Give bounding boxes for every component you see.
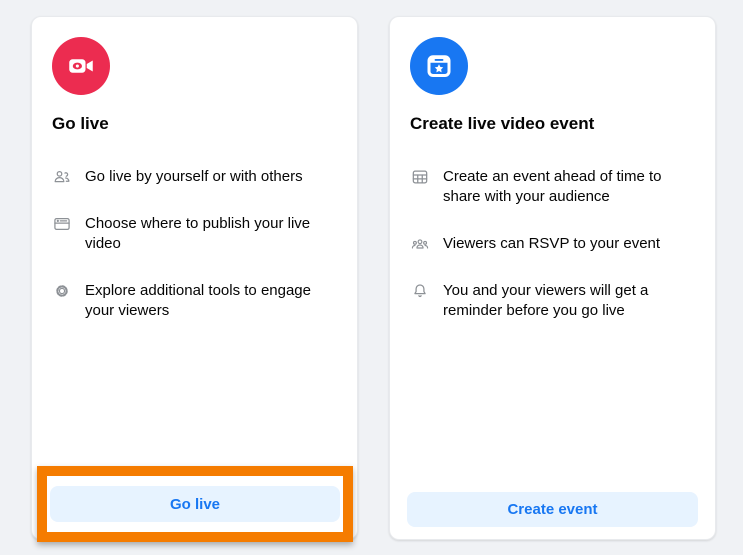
bell-icon <box>410 281 430 301</box>
card-title: Go live <box>52 113 337 134</box>
create-event-card: Create live video event Create an event … <box>389 16 716 540</box>
feature-item: Viewers can RSVP to your event <box>410 234 695 254</box>
feature-list: Create an event ahead of time to share w… <box>410 167 695 321</box>
publish-window-icon <box>52 214 72 234</box>
calendar-grid-icon <box>410 167 430 187</box>
feature-item: Go live by yourself or with others <box>52 167 337 187</box>
feature-text: You and your viewers will get a reminder… <box>443 281 695 321</box>
live-video-camera-icon <box>52 37 110 95</box>
feature-text: Explore additional tools to engage your … <box>85 281 337 321</box>
gear-icon <box>52 281 72 301</box>
feature-item: Choose where to publish your live video <box>52 214 337 254</box>
feature-item: You and your viewers will get a reminder… <box>410 281 695 321</box>
feature-text: Choose where to publish your live video <box>85 214 337 254</box>
feature-list: Go live by yourself or with others Choos… <box>52 167 337 321</box>
feature-text: Create an event ahead of time to share w… <box>443 167 695 207</box>
calendar-star-icon <box>410 37 468 95</box>
feature-item: Create an event ahead of time to share w… <box>410 167 695 207</box>
highlight-annotation: Go live <box>37 466 353 542</box>
feature-item: Explore additional tools to engage your … <box>52 281 337 321</box>
card-title: Create live video event <box>410 113 695 134</box>
two-people-icon <box>52 167 72 187</box>
group-people-icon <box>410 234 430 254</box>
go-live-button[interactable]: Go live <box>50 486 340 522</box>
live-options-panel: Go live Go live by yourself or with othe… <box>0 0 743 555</box>
card-footer: Create event <box>407 492 698 527</box>
feature-text: Viewers can RSVP to your event <box>443 234 660 254</box>
feature-text: Go live by yourself or with others <box>85 167 303 187</box>
create-event-button[interactable]: Create event <box>407 492 698 527</box>
go-live-card: Go live Go live by yourself or with othe… <box>31 16 358 540</box>
